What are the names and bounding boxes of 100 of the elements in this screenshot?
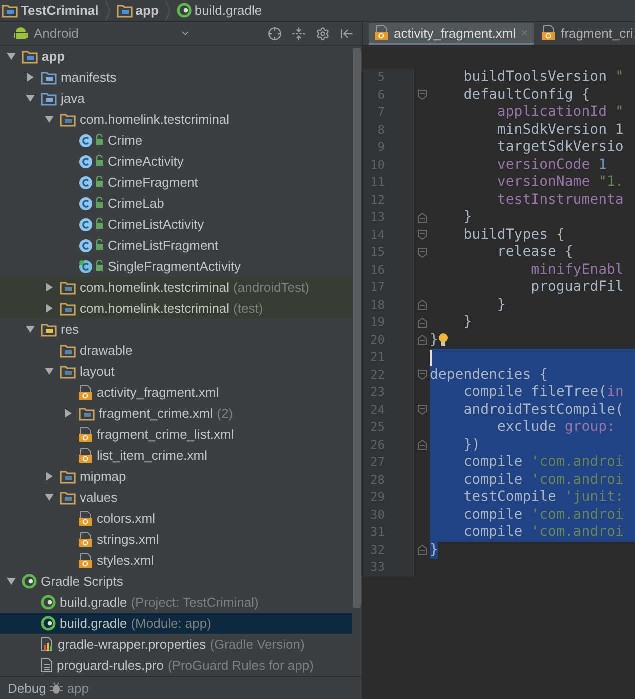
- fold-marker-icon[interactable]: [418, 405, 426, 416]
- folder-icon: [60, 490, 76, 504]
- collapse-arrow-icon[interactable]: [6, 577, 16, 586]
- collapse-arrow-icon[interactable]: [26, 325, 34, 334]
- xml-file-icon: [79, 448, 93, 464]
- code-line: testInstrumenta: [496, 192, 625, 209]
- fold-marker-icon[interactable]: [418, 230, 426, 240]
- collapse-arrow-icon[interactable]: [44, 367, 54, 376]
- tree-item[interactable]: drawable: [0, 340, 352, 361]
- tree-item[interactable]: Gradle Scripts: [0, 571, 352, 592]
- tree-item[interactable]: activity_fragment.xml: [0, 382, 352, 403]
- folder-icon: [41, 92, 57, 106]
- code-line: }: [462, 209, 474, 226]
- fold-marker-icon[interactable]: [418, 370, 426, 380]
- tree-item[interactable]: mipmap: [0, 466, 352, 487]
- fold-end-marker-icon[interactable]: [418, 335, 426, 346]
- tree-item[interactable]: list_item_crime.xml: [0, 445, 352, 466]
- collapse-arrow-icon[interactable]: [44, 493, 54, 502]
- fold-marker-icon[interactable]: [418, 90, 426, 100]
- lock-icon: [95, 238, 104, 250]
- properties-file-icon: [41, 637, 54, 652]
- tree-item[interactable]: build.gradle (Module: app): [0, 613, 352, 634]
- expand-arrow-icon[interactable]: [26, 73, 34, 82]
- expand-arrow-icon[interactable]: [44, 304, 54, 313]
- code-line: defaultConfig {: [462, 86, 592, 104]
- tree-item[interactable]: CrimeListFragment: [0, 235, 352, 256]
- class-icon: [79, 218, 93, 232]
- locate-button[interactable]: [266, 24, 284, 42]
- folder-icon: [2, 4, 18, 18]
- breadcrumb-item[interactable]: TestCriminal: [0, 3, 101, 18]
- fold-marker-icon[interactable]: [418, 248, 426, 258]
- folder-icon: [41, 322, 57, 336]
- gradle-icon: [41, 616, 56, 631]
- editor-tab[interactable]: activity_fragment.xml ×: [369, 23, 534, 45]
- tree-item[interactable]: fragment_crime_list.xml: [0, 424, 352, 445]
- tree-item[interactable]: com.homelink.testcriminal (androidTest): [0, 277, 352, 298]
- collapse-arrow-icon[interactable]: [44, 115, 54, 124]
- breadcrumb-item[interactable]: app: [114, 3, 161, 18]
- tree-item[interactable]: CrimeActivity: [0, 151, 352, 172]
- lock-icon: [95, 176, 104, 186]
- gradle-icon: [176, 3, 192, 18]
- tree-item[interactable]: CrimeLab: [0, 193, 352, 214]
- tree-item[interactable]: colors.xml: [0, 508, 352, 529]
- tree-item[interactable]: build.gradle (Project: TestCriminal): [0, 592, 352, 613]
- collapse-arrow-icon[interactable]: [26, 94, 34, 103]
- code-line: versionName "1.: [496, 174, 625, 192]
- class-icon: [79, 196, 93, 210]
- tree-item[interactable]: fragment_crime.xml (2): [0, 403, 352, 424]
- collapse-all-button[interactable]: [290, 24, 308, 42]
- folder-icon: [60, 280, 76, 294]
- tree-item[interactable]: app: [0, 46, 352, 67]
- code-line: minifyEnabl: [530, 262, 625, 279]
- separator-icon: [104, 0, 111, 20]
- xml-file-icon: [542, 25, 556, 41]
- fold-end-marker-icon[interactable]: [418, 440, 426, 450]
- tree-item[interactable]: CrimeListActivity: [0, 214, 352, 235]
- tree-item[interactable]: styles.xml: [0, 550, 352, 571]
- debug-target[interactable]: app: [67, 680, 90, 696]
- folder-icon: [22, 50, 38, 64]
- code-line: targetSdkVersio: [496, 139, 625, 156]
- class-icon: [79, 260, 93, 274]
- view-dropdown[interactable]: Android: [10, 24, 195, 44]
- tree-item[interactable]: manifests: [0, 67, 352, 88]
- fold-end-marker-icon[interactable]: [418, 300, 426, 310]
- breadcrumb-item[interactable]: build.gradle: [174, 3, 264, 18]
- xml-file-icon: [79, 532, 93, 548]
- lightbulb-icon[interactable]: [438, 333, 450, 348]
- fold-end-marker-icon[interactable]: [418, 318, 426, 328]
- tree-item[interactable]: strings.xml: [0, 529, 352, 550]
- code-line: }: [462, 314, 474, 332]
- code-line: }: [430, 332, 635, 349]
- expand-arrow-icon[interactable]: [44, 283, 54, 292]
- expand-arrow-icon[interactable]: [44, 472, 54, 481]
- code-line: applicationId ": [496, 104, 625, 122]
- tree-item[interactable]: CrimeFragment: [0, 172, 352, 193]
- settings-button[interactable]: [314, 24, 332, 42]
- tree-item[interactable]: com.homelink.testcriminal: [0, 109, 352, 130]
- folder-icon: [60, 112, 76, 126]
- tree-item[interactable]: SingleFragmentActivity: [0, 256, 352, 277]
- tree-item[interactable]: java: [0, 88, 352, 109]
- tree-item[interactable]: proguard-rules.pro (ProGuard Rules for app): [0, 655, 352, 676]
- collapse-arrow-icon[interactable]: [6, 52, 16, 61]
- code-line: proguardFil: [530, 279, 625, 296]
- class-icon: [79, 176, 93, 190]
- code-line: versionCode 1: [496, 156, 608, 174]
- tree-item[interactable]: com.homelink.testcriminal (test): [0, 298, 352, 319]
- fold-end-marker-icon[interactable]: [418, 212, 426, 223]
- tree-item[interactable]: gradle-wrapper.properties (Gradle Version): [0, 634, 352, 655]
- xml-file-icon: [79, 510, 93, 526]
- lock-icon: [95, 154, 104, 166]
- fold-end-marker-icon[interactable]: [418, 545, 426, 556]
- code-line: buildToolsVersion ": [462, 69, 625, 86]
- expand-arrow-icon[interactable]: [64, 409, 72, 418]
- code-line: minSdkVersion 1: [496, 122, 625, 139]
- tree-item[interactable]: layout: [0, 361, 352, 382]
- xml-file-icon: [79, 384, 93, 400]
- xml-file-icon: [79, 426, 93, 442]
- tree-item[interactable]: res: [0, 319, 352, 340]
- tree-item[interactable]: Crime: [0, 130, 352, 151]
- tree-item[interactable]: values: [0, 487, 352, 508]
